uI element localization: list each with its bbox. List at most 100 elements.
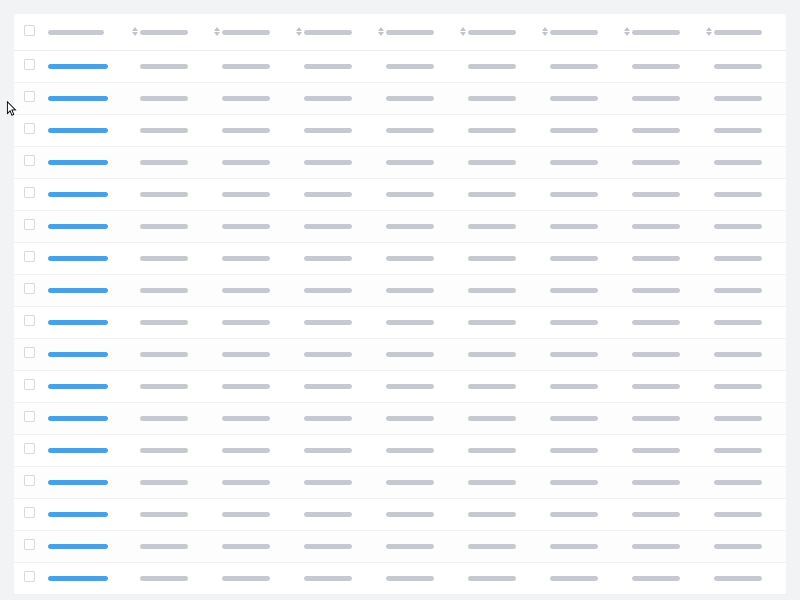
row-name-link[interactable]: row-9 <box>48 320 108 325</box>
cell-value: — <box>714 64 762 69</box>
row-checkbox[interactable] <box>24 155 35 166</box>
row-name-link[interactable]: row-6 <box>48 224 108 229</box>
row-name-link[interactable]: row-2 <box>48 96 108 101</box>
row-name-link[interactable]: row-10 <box>48 352 108 357</box>
cell-value: — <box>632 256 680 261</box>
row-checkbox[interactable] <box>24 571 35 582</box>
cell-value: — <box>550 256 598 261</box>
cell-value: — <box>714 320 762 325</box>
column-header-b[interactable]: col-b <box>140 30 188 35</box>
row-checkbox[interactable] <box>24 379 35 390</box>
cell-value: — <box>140 256 188 261</box>
cell-value: — <box>714 416 762 421</box>
cell-value: — <box>304 416 352 421</box>
row-name-link[interactable]: row-12 <box>48 416 108 421</box>
table-row[interactable]: row-9————————— <box>14 306 786 338</box>
column-header-i[interactable]: col-i <box>714 30 762 35</box>
table-row[interactable]: row-12————————— <box>14 402 786 434</box>
row-name-link[interactable]: row-15 <box>48 512 108 517</box>
table-row[interactable]: row-13————————— <box>14 434 786 466</box>
row-name-link[interactable]: row-4 <box>48 160 108 165</box>
row-name-link[interactable]: row-8 <box>48 288 108 293</box>
column-header-g[interactable]: col-g <box>550 30 598 35</box>
cell-value: — <box>714 96 762 101</box>
column-header-name[interactable]: name <box>48 30 104 35</box>
table-row[interactable]: row-10————————— <box>14 338 786 370</box>
row-checkbox[interactable] <box>24 91 35 102</box>
cell-value: — <box>468 128 516 133</box>
cell-value: — <box>304 448 352 453</box>
row-checkbox[interactable] <box>24 443 35 454</box>
column-header-e[interactable]: col-e <box>386 30 434 35</box>
row-name-link[interactable]: row-5 <box>48 192 108 197</box>
table-row[interactable]: row-4————————— <box>14 146 786 178</box>
table-row[interactable]: row-15————————— <box>14 498 786 530</box>
row-checkbox[interactable] <box>24 59 35 70</box>
column-header-f[interactable]: col-f <box>468 30 516 35</box>
cell-value: — <box>632 192 680 197</box>
cell-value: — <box>632 416 680 421</box>
cell-value: — <box>468 192 516 197</box>
table-row[interactable]: row-14————————— <box>14 466 786 498</box>
row-checkbox[interactable] <box>24 411 35 422</box>
cell-value: — <box>222 192 270 197</box>
column-header-c[interactable]: col-c <box>222 30 270 35</box>
cell-value: — <box>714 480 762 485</box>
row-checkbox[interactable] <box>24 283 35 294</box>
row-name-link[interactable]: row-11 <box>48 384 108 389</box>
cell-value: — <box>140 192 188 197</box>
cell-value: — <box>304 544 352 549</box>
cell-value: — <box>304 128 352 133</box>
cell-value: — <box>468 544 516 549</box>
cell-value: — <box>468 480 516 485</box>
cell-value: — <box>386 160 434 165</box>
row-checkbox[interactable] <box>24 123 35 134</box>
cell-value: — <box>304 192 352 197</box>
table-row[interactable]: row-1————————— <box>14 50 786 82</box>
table-row[interactable]: row-17————————— <box>14 562 786 594</box>
cell-value: — <box>632 352 680 357</box>
cell-value: — <box>222 128 270 133</box>
cell-value: — <box>550 160 598 165</box>
table-row[interactable]: row-11————————— <box>14 370 786 402</box>
row-name-link[interactable]: row-1 <box>48 64 108 69</box>
row-name-link[interactable]: row-7 <box>48 256 108 261</box>
cell-value: — <box>386 480 434 485</box>
row-checkbox[interactable] <box>24 347 35 358</box>
table-row[interactable]: row-3————————— <box>14 114 786 146</box>
row-name-link[interactable]: row-16 <box>48 544 108 549</box>
column-header-d[interactable]: col-d <box>304 30 352 35</box>
row-checkbox[interactable] <box>24 219 35 230</box>
cell-value: — <box>386 192 434 197</box>
row-checkbox[interactable] <box>24 507 35 518</box>
column-header-h[interactable]: col-h <box>632 30 680 35</box>
cell-value: — <box>386 448 434 453</box>
row-checkbox[interactable] <box>24 315 35 326</box>
row-name-link[interactable]: row-13 <box>48 448 108 453</box>
select-all-checkbox[interactable] <box>24 25 35 36</box>
row-name-link[interactable]: row-17 <box>48 576 108 581</box>
row-name-link[interactable]: row-14 <box>48 480 108 485</box>
table-row[interactable]: row-2————————— <box>14 82 786 114</box>
row-checkbox[interactable] <box>24 187 35 198</box>
table-row[interactable]: row-6————————— <box>14 210 786 242</box>
cell-value: — <box>140 576 188 581</box>
row-name-link[interactable]: row-3 <box>48 128 108 133</box>
cell-value: — <box>140 64 188 69</box>
row-checkbox[interactable] <box>24 251 35 262</box>
cell-value: — <box>550 416 598 421</box>
cell-value: — <box>632 64 680 69</box>
cell-value: — <box>222 512 270 517</box>
cell-value: — <box>468 448 516 453</box>
row-checkbox[interactable] <box>24 539 35 550</box>
table-row[interactable]: row-16————————— <box>14 530 786 562</box>
cell-value: — <box>304 160 352 165</box>
cell-value: — <box>386 576 434 581</box>
cell-value: — <box>632 320 680 325</box>
table-row[interactable]: row-7————————— <box>14 242 786 274</box>
cell-value: — <box>632 576 680 581</box>
table-row[interactable]: row-8————————— <box>14 274 786 306</box>
cell-value: — <box>714 160 762 165</box>
row-checkbox[interactable] <box>24 475 35 486</box>
table-row[interactable]: row-5————————— <box>14 178 786 210</box>
